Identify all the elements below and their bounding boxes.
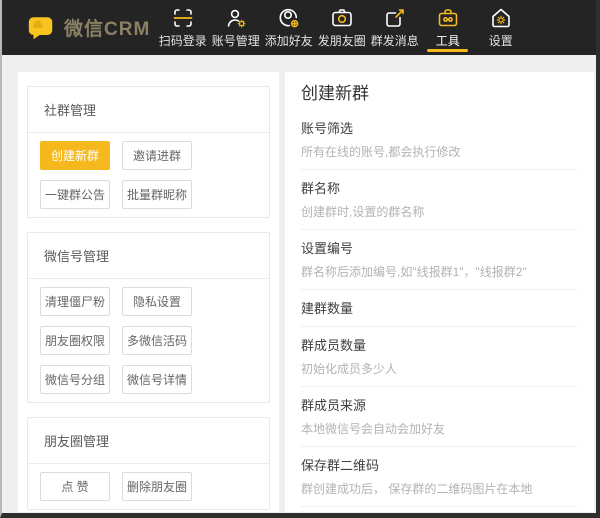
brand: 微信CRM	[26, 13, 150, 43]
sidebar-section-body: 清理僵尸粉隐私设置朋友圈权限多微信活码微信号分组微信号详情	[28, 279, 269, 402]
section-label: 账号筛选	[301, 118, 578, 137]
page-title: 创建新群	[301, 84, 578, 104]
camera-icon	[330, 6, 354, 30]
sidebar-button[interactable]: 隐私设置	[122, 287, 192, 316]
nav-label: 发朋友圈	[318, 32, 366, 49]
sidebar-section-body: 点 赞删除朋友圈	[28, 464, 269, 509]
sidebar-button[interactable]: 微信号详情	[122, 365, 192, 394]
section-desc: 所有在线的账号,都会执行修改	[301, 143, 578, 160]
section-label: 设置编号	[301, 238, 578, 257]
sidebar-section-title: 社群管理	[28, 87, 269, 133]
form-section: 群成员数量 初始化成员多少人	[301, 327, 578, 387]
main-panel: 创建新群 账号筛选 所有在线的账号,都会执行修改 群名称 创建群时,设置的群名称…	[285, 72, 594, 512]
sidebar-button[interactable]: 创建新群	[40, 141, 110, 170]
sidebar: 社群管理 创建新群邀请进群一键群公告批量群昵称 微信号管理 清理僵尸粉隐私设置朋…	[18, 72, 279, 512]
nav-item-scan-login[interactable]: 扫码登录	[156, 0, 209, 55]
active-underline	[427, 49, 468, 52]
sidebar-button[interactable]: 批量群昵称	[122, 180, 192, 209]
section-label: 群成员数量	[301, 335, 578, 354]
nav-item-settings[interactable]: 设置	[474, 0, 527, 55]
nav-item-post-moments[interactable]: 发朋友圈	[315, 0, 368, 55]
qr-scan-icon	[171, 6, 195, 30]
form-section: 保存群二维码 群创建成功后， 保存群的二维码图片在本地	[301, 447, 578, 507]
topbar: 微信CRM 扫码登录 账号管理 添加好友 发朋友圈 群发消息 工具 设置	[2, 0, 596, 55]
form-section: 群名称 创建群时,设置的群名称	[301, 170, 578, 230]
sidebar-section-title: 朋友圈管理	[28, 418, 269, 464]
sidebar-section: 微信号管理 清理僵尸粉隐私设置朋友圈权限多微信活码微信号分组微信号详情	[27, 232, 270, 403]
section-label: 群名称	[301, 178, 578, 197]
content-area: 社群管理 创建新群邀请进群一键群公告批量群昵称 微信号管理 清理僵尸粉隐私设置朋…	[2, 55, 596, 518]
nav-label: 添加好友	[265, 32, 313, 49]
sidebar-button[interactable]: 邀请进群	[122, 141, 192, 170]
sidebar-button[interactable]: 删除朋友圈	[122, 472, 192, 501]
nav-label: 扫码登录	[159, 32, 207, 49]
section-desc: 初始化成员多少人	[301, 360, 578, 377]
form-section: 账号筛选 所有在线的账号,都会执行修改	[301, 110, 578, 170]
user-plus-icon	[277, 6, 301, 30]
nav-label: 账号管理	[212, 32, 260, 49]
sidebar-button[interactable]: 清理僵尸粉	[40, 287, 110, 316]
nav-label: 工具	[436, 32, 460, 49]
section-label: 群成员来源	[301, 395, 578, 414]
form-section: 群成员来源 本地微信号会自动会加好友	[301, 387, 578, 447]
sidebar-button[interactable]: 朋友圈权限	[40, 326, 110, 355]
nav-label: 群发消息	[371, 32, 419, 49]
nav-item-tools[interactable]: 工具	[421, 0, 474, 55]
chat-bubble-logo-icon	[26, 13, 56, 43]
form-section: 说明 单微信号每天建群数量有限,所以最终建群数量可能达不到设置数量	[301, 507, 578, 512]
sidebar-button[interactable]: 微信号分组	[40, 365, 110, 394]
app-window: 微信CRM 扫码登录 账号管理 添加好友 发朋友圈 群发消息 工具 设置 社群管…	[0, 0, 600, 518]
message-send-icon	[383, 6, 407, 30]
sidebar-section-body: 创建新群邀请进群一键群公告批量群昵称	[28, 133, 269, 217]
nav-item-account-manage[interactable]: 账号管理	[209, 0, 262, 55]
sidebar-section-title: 微信号管理	[28, 233, 269, 279]
sidebar-section: 朋友圈管理 点 赞删除朋友圈	[27, 417, 270, 510]
sidebar-button[interactable]: 多微信活码	[122, 326, 192, 355]
home-gear-icon	[489, 6, 513, 30]
form-sections: 账号筛选 所有在线的账号,都会执行修改 群名称 创建群时,设置的群名称 设置编号…	[301, 110, 578, 512]
sidebar-section: 社群管理 创建新群邀请进群一键群公告批量群昵称	[27, 86, 270, 218]
section-desc: 群名称后添加编号,如"线报群1"，"线报群2"	[301, 263, 578, 280]
section-label: 建群数量	[301, 298, 578, 317]
user-gear-icon	[224, 6, 248, 30]
nav-item-add-friend[interactable]: 添加好友	[262, 0, 315, 55]
section-label: 保存群二维码	[301, 455, 578, 474]
nav-item-mass-message[interactable]: 群发消息	[368, 0, 421, 55]
form-section: 建群数量	[301, 290, 578, 327]
sidebar-button[interactable]: 一键群公告	[40, 180, 110, 209]
section-desc: 群创建成功后， 保存群的二维码图片在本地	[301, 480, 578, 497]
nav-label: 设置	[489, 32, 513, 49]
form-section: 设置编号 群名称后添加编号,如"线报群1"，"线报群2"	[301, 230, 578, 290]
section-desc: 本地微信号会自动会加好友	[301, 420, 578, 437]
brand-name: 微信CRM	[64, 14, 150, 41]
sidebar-button[interactable]: 点 赞	[40, 472, 110, 501]
section-desc: 创建群时,设置的群名称	[301, 203, 578, 220]
main-nav: 扫码登录 账号管理 添加好友 发朋友圈 群发消息 工具 设置	[156, 0, 527, 55]
toolbox-icon	[436, 6, 460, 30]
